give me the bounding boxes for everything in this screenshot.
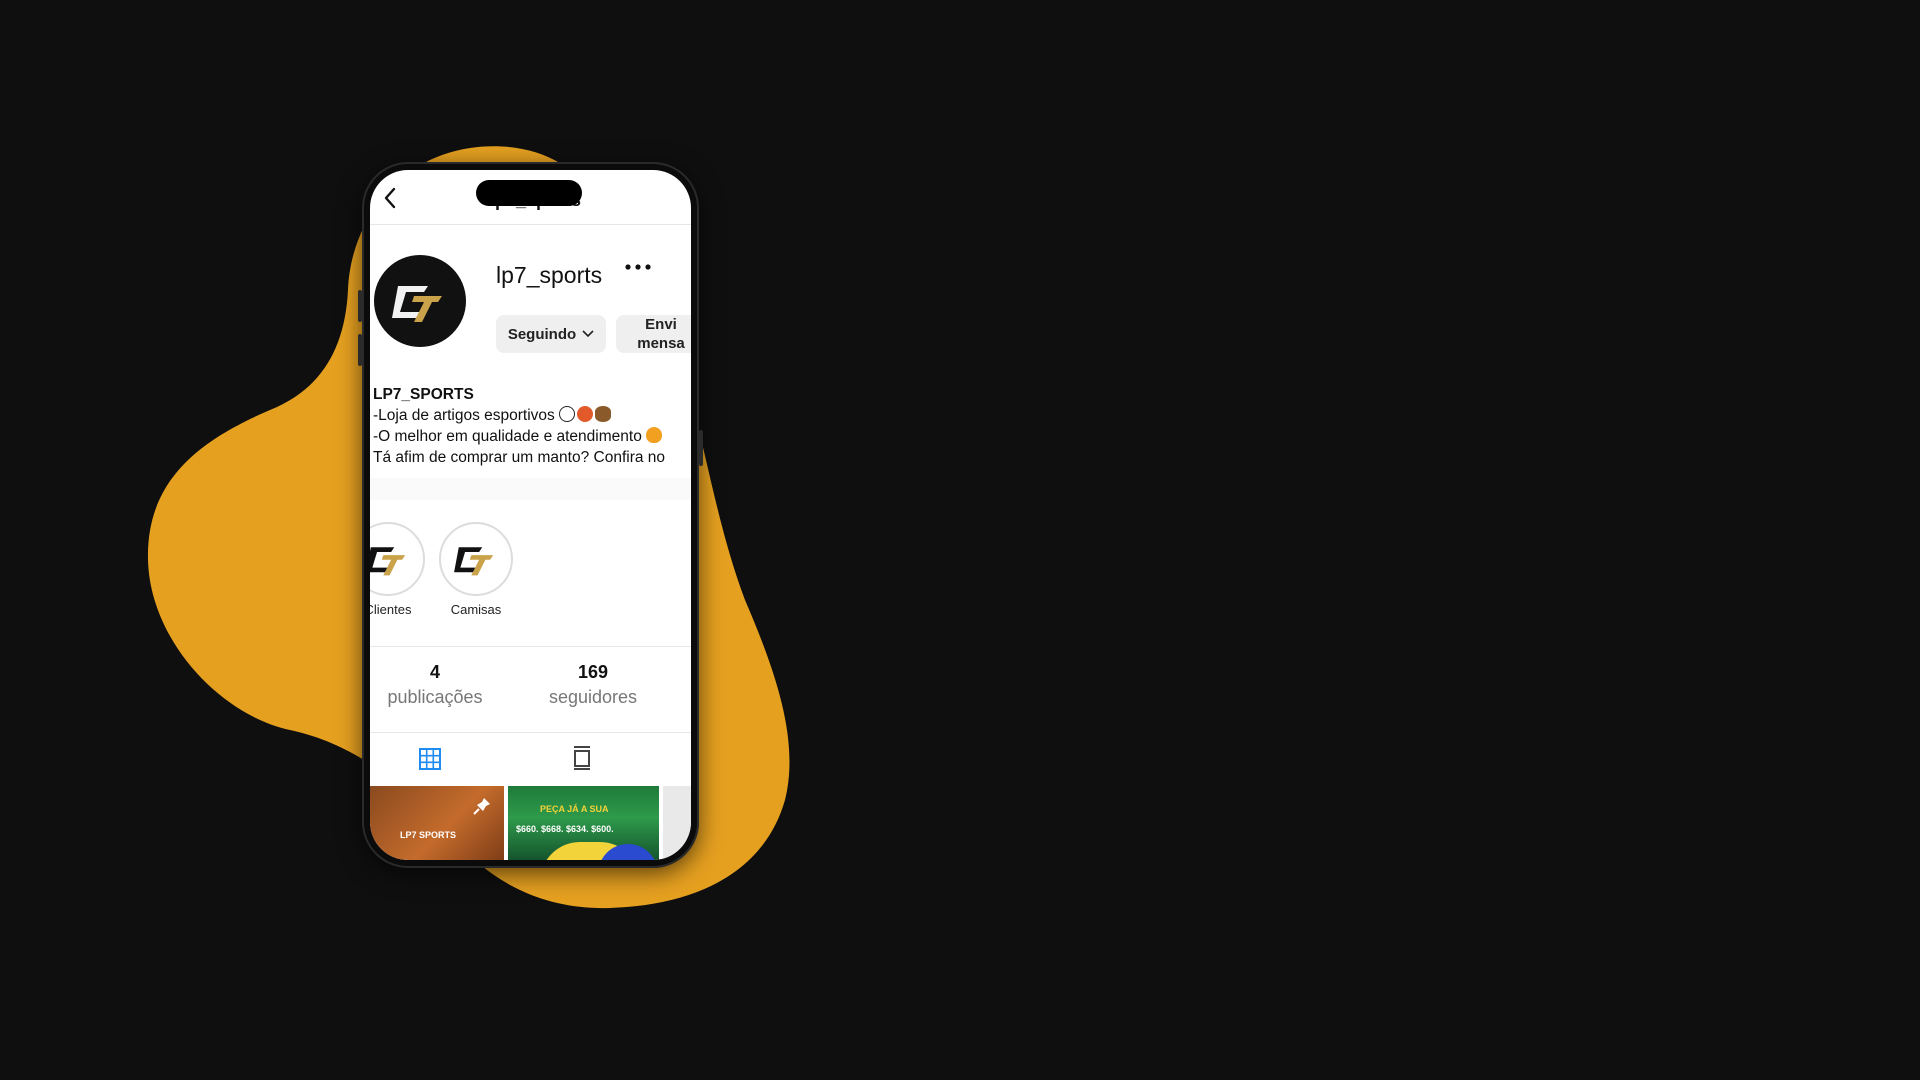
post-prices: $660. $668. $634. $600.: [516, 824, 614, 834]
stat-posts[interactable]: 4 publicações: [380, 662, 490, 708]
post-thumbnail[interactable]: PEÇA JÁ A SUA $660. $668. $634. $600.: [508, 786, 659, 860]
phone-screen: lp7_sports lp7_sports Seguindo Envi mens…: [370, 170, 691, 860]
grid-icon[interactable]: [418, 747, 442, 771]
profile-bio: LP7_SPORTS -Loja de artigos esportivos -…: [373, 384, 691, 468]
send-message-label-line2: mensa: [637, 335, 685, 352]
profile-username: lp7_sports: [496, 262, 603, 288]
bio-line-2-text: -O melhor em qualidade e atendimento: [373, 428, 642, 445]
post-thumbnail[interactable]: [663, 786, 691, 860]
more-horizontal-icon[interactable]: [624, 262, 652, 272]
profile-avatar[interactable]: [374, 255, 466, 347]
chevron-down-icon: [582, 330, 594, 338]
highlight-camisas[interactable]: Camisas: [438, 522, 514, 617]
bio-name: LP7_SPORTS: [373, 386, 474, 403]
send-message-label-line1: Envi: [645, 316, 677, 333]
bio-line-1-text: -Loja de artigos esportivos: [373, 407, 555, 424]
following-button-label: Seguindo: [507, 325, 577, 343]
send-message-button[interactable]: Envi mensa: [616, 315, 691, 353]
phone-side-button: [358, 290, 362, 322]
bio-line-2: -O melhor em qualidade e atendimento: [373, 426, 691, 447]
bio-link-bar[interactable]: [370, 478, 691, 500]
followers-count: 169: [577, 662, 609, 682]
stats-divider: [370, 646, 691, 647]
post-thumbnail[interactable]: LP7 SPORTS: [370, 786, 504, 860]
phone-frame: lp7_sports lp7_sports Seguindo Envi mens…: [358, 162, 703, 868]
pin-icon: [473, 798, 490, 815]
bio-line-3: Tá afim de comprar um manto? Confira no: [373, 449, 666, 466]
chevron-left-icon[interactable]: [382, 186, 398, 210]
post-caption: LP7 SPORTS: [400, 830, 457, 840]
highlight-label: Camisas: [450, 602, 502, 617]
highlight-clientes[interactable]: Clientes: [370, 522, 426, 617]
highlight-label: Clientes: [370, 602, 412, 617]
fire-icon: [646, 427, 663, 443]
dynamic-island: [476, 180, 582, 206]
followers-label: seguidores: [548, 687, 638, 707]
stat-followers[interactable]: 169 seguidores: [538, 662, 648, 708]
lp7-logo-icon: [370, 547, 406, 576]
phone-power-button: [699, 430, 703, 466]
lp7-logo-icon: [454, 547, 494, 576]
post-caption: PEÇA JÁ A SUA: [540, 804, 609, 814]
soccer-ball-icon: [559, 406, 576, 422]
posts-label: publicações: [387, 687, 483, 707]
following-button[interactable]: Seguindo: [496, 315, 606, 353]
feed-icon[interactable]: [572, 745, 592, 771]
highlight-cover: [370, 522, 425, 596]
phone-side-button: [358, 334, 362, 366]
lp7-logo-icon: [392, 286, 442, 322]
bio-line-1: -Loja de artigos esportivos: [373, 405, 691, 426]
highlight-cover: [439, 522, 513, 596]
american-football-icon: [595, 406, 612, 422]
posts-count: 4: [429, 662, 440, 682]
basketball-icon: [577, 406, 594, 422]
profile-tabs: [370, 732, 691, 785]
orange-blob-shape: [147, 146, 790, 909]
